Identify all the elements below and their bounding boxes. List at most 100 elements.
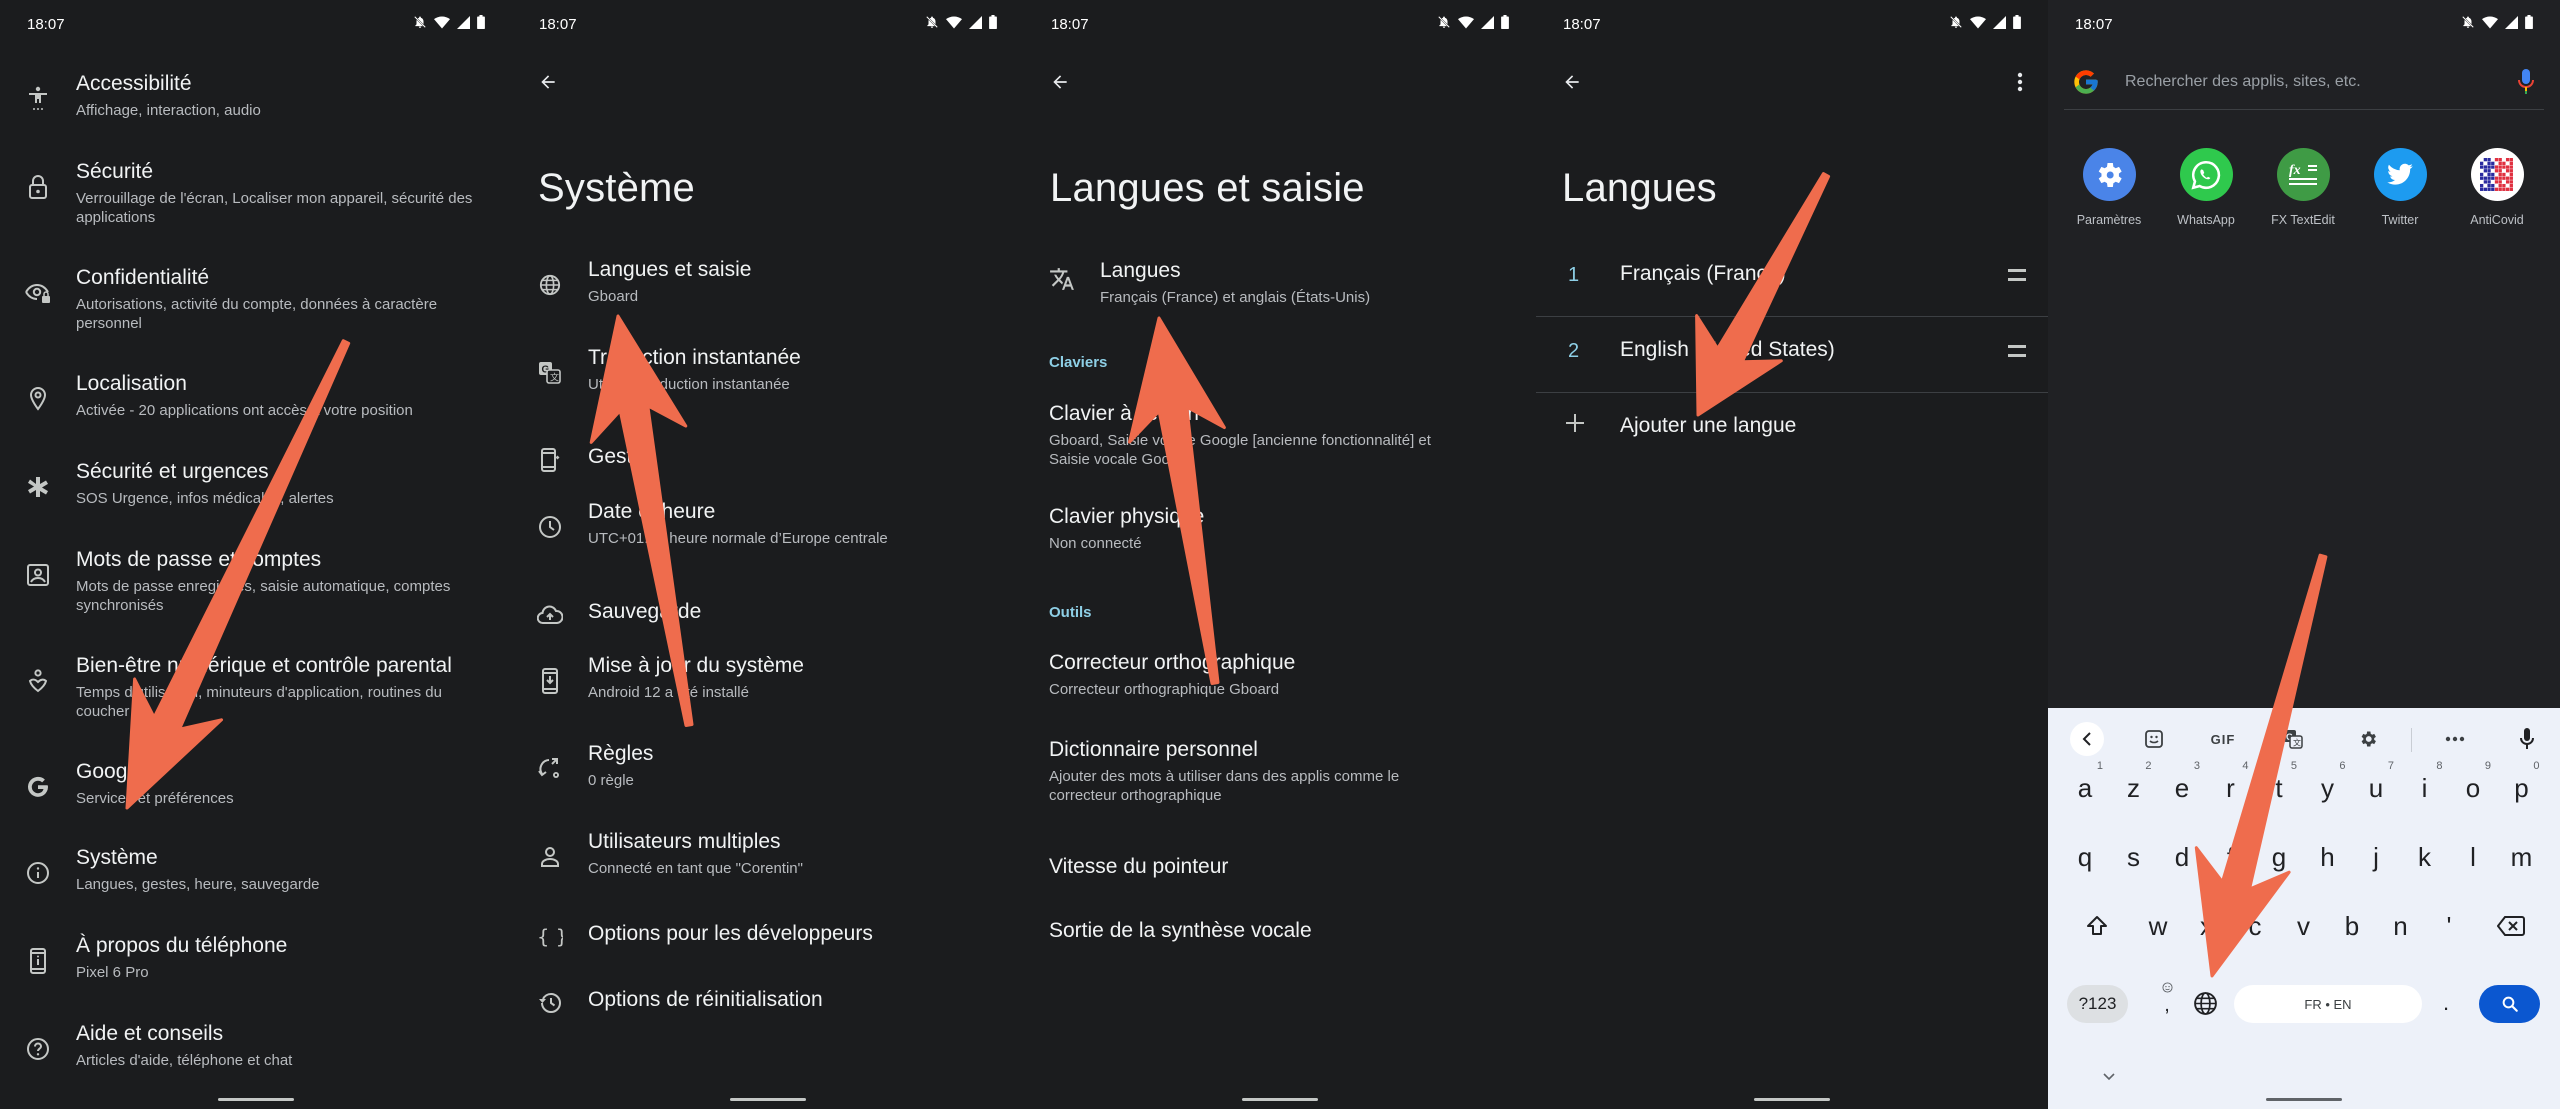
translate-button[interactable]: G文 <box>2276 722 2310 756</box>
key-c[interactable]: c <box>2231 896 2279 956</box>
settings-item[interactable]: Localisation Activée - 20 applications on… <box>0 372 512 460</box>
gesture-nav-bar[interactable] <box>218 1098 294 1101</box>
key-i[interactable]: i8 <box>2401 758 2449 818</box>
app-icon-twitter[interactable]: Twitter <box>2355 148 2445 227</box>
settings-item[interactable]: Sauvegarde <box>512 583 1024 654</box>
more-options-button[interactable] <box>2002 64 2038 100</box>
settings-item[interactable]: Sécurité Verrouillage de l'écran, Localis… <box>0 160 512 266</box>
settings-item[interactable]: Gestes <box>512 428 1024 500</box>
hide-keyboard-button[interactable] <box>2103 1068 2115 1086</box>
gesture-nav-bar[interactable] <box>730 1098 806 1101</box>
settings-item[interactable]: À propos du téléphone Pixel 6 Pro <box>0 934 512 1022</box>
key-e[interactable]: e3 <box>2158 758 2206 818</box>
person-icon <box>537 844 563 870</box>
app-icon-anticovid[interactable]: AntiCovid <box>2452 148 2542 227</box>
period-key[interactable]: . <box>2443 990 2449 1016</box>
sticker-button[interactable] <box>2137 722 2171 756</box>
settings-item[interactable]: Clavier physique Non connecté <box>1024 505 1536 625</box>
settings-item[interactable]: Sécurité et urgences SOS Urgence, infos m… <box>0 460 512 548</box>
key-b[interactable]: b <box>2328 896 2376 956</box>
app-icon-param-tres[interactable]: Paramètres <box>2064 148 2154 227</box>
key-w[interactable]: w <box>2134 896 2182 956</box>
key-a[interactable]: a1 <box>2061 758 2109 818</box>
key-x[interactable]: x <box>2183 896 2231 956</box>
add-language-button[interactable]: Ajouter une langue <box>1536 392 2048 468</box>
settings-item[interactable]: Langues et saisie Gboard <box>512 258 1024 346</box>
language-row[interactable]: 2 English (United States) <box>1536 316 2048 392</box>
settings-item[interactable]: Bien-être numérique et contrôle parental… <box>0 654 512 760</box>
settings-item[interactable]: G 文 Traduction instantanée Utiliser Traduct… <box>512 346 1024 428</box>
settings-item[interactable]: Mise à jour du système Android 12 a été i… <box>512 654 1024 742</box>
key-s[interactable]: s <box>2110 827 2158 887</box>
key-v[interactable]: v <box>2280 896 2328 956</box>
settings-item[interactable]: Sortie de la synthèse vocale <box>1024 906 1536 970</box>
settings-item[interactable]: Mots de passe et comptes Mots de passe en… <box>0 548 512 654</box>
settings-item[interactable]: Confidentialité Autorisations, activité d… <box>0 266 512 372</box>
status-bar: 18:07 <box>0 0 512 52</box>
app-search-bar[interactable]: Rechercher des applis, sites, etc. <box>2064 58 2544 110</box>
gesture-nav-bar[interactable] <box>2266 1098 2342 1101</box>
settings-item[interactable]: Dictionnaire personnel Ajouter des mots à… <box>1024 738 1536 842</box>
comma-emoji-key[interactable]: , <box>2152 980 2182 1026</box>
keyboard-settings-button[interactable] <box>2351 722 2385 756</box>
back-button[interactable] <box>530 64 566 100</box>
key-j[interactable]: j <box>2352 827 2400 887</box>
key-d[interactable]: d <box>2158 827 2206 887</box>
settings-item[interactable]: Utilisateurs multiples Connecté en tant q… <box>512 830 1024 908</box>
key-n[interactable]: n <box>2377 896 2425 956</box>
kb-collapse-button[interactable] <box>2070 722 2104 756</box>
symbols-key[interactable]: ?123 <box>2067 985 2128 1023</box>
settings-item[interactable]: Vitesse du pointeur <box>1024 842 1536 906</box>
settings-item[interactable]: Google Services et préférences <box>0 760 512 846</box>
search-action-key[interactable] <box>2479 985 2540 1023</box>
back-button[interactable] <box>1554 64 1590 100</box>
app-icon-whatsapp[interactable]: WhatsApp <box>2161 148 2251 227</box>
language-row[interactable]: 1 Français (France) <box>1536 240 2048 316</box>
key-f[interactable]: f <box>2207 827 2255 887</box>
settings-item[interactable]: Règles 0 règle <box>512 742 1024 830</box>
settings-item[interactable]: { } Options pour les développeurs <box>512 908 1024 974</box>
language-rank: 1 <box>1568 264 1580 286</box>
anticovid-qr-icon <box>2470 148 2524 201</box>
settings-item[interactable]: Clavier à l'écran Gboard, Saisie vocale G… <box>1024 402 1536 505</box>
backspace-key[interactable] <box>2487 896 2535 956</box>
item-title: Confidentialité <box>76 266 210 289</box>
key-u[interactable]: u7 <box>2352 758 2400 818</box>
language-switch-key[interactable] <box>2193 991 2218 1021</box>
settings-item[interactable]: Accessibilité Affichage, interaction, aud… <box>0 72 512 160</box>
gesture-nav-bar[interactable] <box>1754 1098 1830 1101</box>
key-z[interactable]: z2 <box>2110 758 2158 818</box>
more-tools-button[interactable] <box>2438 722 2472 756</box>
back-button[interactable] <box>1042 64 1078 100</box>
key-apostrophe[interactable]: ' <box>2425 896 2473 956</box>
key-r[interactable]: r4 <box>2207 758 2255 818</box>
key-p[interactable]: p0 <box>2498 758 2546 818</box>
key-h[interactable]: h <box>2304 827 2352 887</box>
shift-key[interactable] <box>2073 896 2121 956</box>
voice-input-button[interactable] <box>2510 722 2544 756</box>
languages-item[interactable]: Langues Français (France) et anglais (Ét… <box>1024 256 1536 316</box>
settings-item[interactable]: Correcteur orthographique Correcteur orth… <box>1024 651 1536 738</box>
gif-button[interactable]: GIF <box>2198 722 2248 756</box>
gesture-nav-bar[interactable] <box>1242 1098 1318 1101</box>
drag-handle-icon[interactable] <box>2008 345 2026 357</box>
key-g[interactable]: g <box>2255 827 2303 887</box>
drag-handle-icon[interactable] <box>2008 269 2026 281</box>
key-o[interactable]: o9 <box>2449 758 2497 818</box>
key-l[interactable]: l <box>2449 827 2497 887</box>
signal-icon <box>457 15 470 29</box>
app-icon-fx-textedit[interactable]: fx FX TextEdit <box>2258 148 2348 227</box>
settings-item[interactable]: Système Langues, gestes, heure, sauvegard… <box>0 846 512 934</box>
key-q[interactable]: q <box>2061 827 2109 887</box>
key-t[interactable]: t5 <box>2255 758 2303 818</box>
key-m[interactable]: m <box>2498 827 2546 887</box>
settings-item[interactable]: Aide et conseils Articles d'aide, télépho… <box>0 1022 512 1100</box>
space-bar[interactable]: FR • EN <box>2234 985 2422 1023</box>
search-input[interactable]: Rechercher des applis, sites, etc. <box>2125 73 2361 91</box>
settings-item[interactable]: Date et heure UTC+01:00 heure normale d’E… <box>512 500 1024 583</box>
mic-icon[interactable] <box>2516 68 2536 96</box>
key-k[interactable]: k <box>2401 827 2449 887</box>
key-y[interactable]: y6 <box>2304 758 2352 818</box>
page-title: Langues et saisie <box>1050 166 1365 210</box>
settings-item[interactable]: Options de réinitialisation <box>512 974 1024 1040</box>
